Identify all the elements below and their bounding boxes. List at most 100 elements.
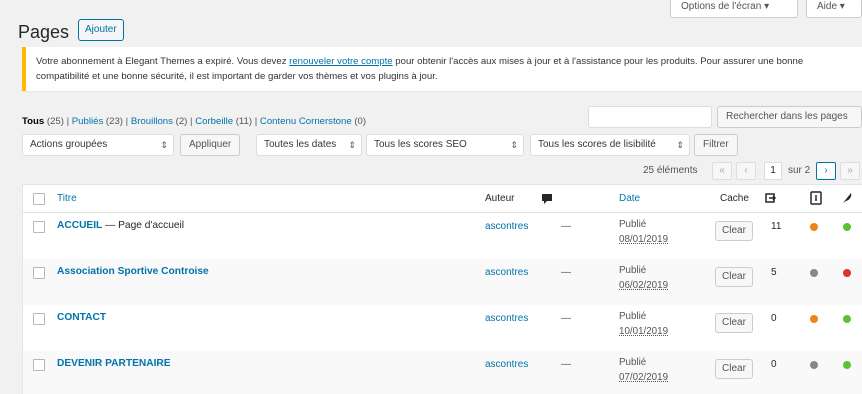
row-checkbox[interactable] [33, 267, 45, 279]
bulk-actions-select[interactable]: Actions groupées ⇕ [22, 134, 174, 156]
column-author: Auteur [485, 193, 515, 204]
date-cell: Publié 06/02/2019 [619, 263, 668, 293]
post-date: 08/01/2019 [619, 234, 669, 245]
renew-account-link[interactable]: renouveler votre compte [289, 56, 392, 67]
page-title-link[interactable]: CONTACT [57, 312, 106, 323]
row-checkbox[interactable] [33, 359, 45, 371]
date-cell: Publié 07/02/2019 [619, 355, 668, 385]
items-count: 25 éléments [643, 165, 698, 176]
screen-options-button[interactable]: Options de l'écran ▾ [670, 0, 798, 18]
clear-cache-button[interactable]: Clear [715, 313, 753, 333]
readability-score-select[interactable]: Tous les scores de lisibilité ⇕ [530, 134, 690, 156]
filter-trash[interactable]: Corbeille [195, 116, 233, 127]
links-count: 5 [771, 267, 777, 278]
clear-cache-button[interactable]: Clear [715, 359, 753, 379]
clear-cache-button[interactable]: Clear [715, 267, 753, 287]
readability-score-dot [843, 223, 851, 231]
readability-score-value: Tous les scores de lisibilité [538, 139, 656, 150]
status-filter-links: Tous (25) | Publiés (23) | Brouillons (2… [22, 116, 367, 127]
filter-button[interactable]: Filtrer [694, 134, 738, 156]
pages-table: Titre Auteur Date Cache ACCUEIL — Page d… [22, 184, 862, 394]
links-count: 11 [771, 221, 782, 232]
filter-cornerstone-count: (0) [354, 116, 367, 127]
select-all-checkbox[interactable] [33, 193, 45, 205]
seo-score-dot [810, 361, 818, 369]
page-title-link[interactable]: DEVENIR PARTENAIRE [57, 358, 171, 369]
filter-all-count: (25) [46, 116, 64, 127]
post-status: Publié [619, 357, 647, 368]
date-filter-value: Toutes les dates [264, 139, 337, 150]
help-button[interactable]: Aide ▾ [806, 0, 862, 18]
filter-published[interactable]: Publiés [72, 116, 103, 127]
page-title: Pages [18, 22, 70, 42]
page-title-link[interactable]: ACCUEIL [57, 220, 102, 231]
bulk-actions-value: Actions groupées [30, 139, 108, 150]
current-page-input[interactable]: 1 [764, 162, 782, 180]
internal-links-icon[interactable] [763, 191, 777, 205]
author-link[interactable]: ascontres [485, 313, 528, 324]
search-button[interactable]: Rechercher dans les pages [717, 106, 862, 128]
seo-score-value: Tous les scores SEO [374, 139, 467, 150]
first-page-button[interactable]: « [712, 162, 732, 180]
search-input[interactable] [588, 106, 712, 128]
column-date[interactable]: Date [619, 193, 640, 204]
add-page-button[interactable]: Ajouter [78, 19, 124, 41]
notice-text-start: Votre abonnement à Elegant Themes a expi… [36, 56, 290, 67]
page-state-label: — Page d'accueil [102, 220, 185, 231]
row-title[interactable]: Association Sportive Controise [57, 266, 209, 277]
readability-score-dot [843, 269, 851, 277]
post-status: Publié [619, 311, 647, 322]
filter-drafts[interactable]: Brouillons [131, 116, 173, 127]
filter-all[interactable]: Tous [22, 116, 44, 127]
prev-page-button[interactable]: ‹ [736, 162, 756, 180]
table-row: DEVENIR PARTENAIRE ascontres — Publié 07/… [23, 351, 862, 394]
author-link[interactable]: ascontres [485, 267, 528, 278]
readability-icon[interactable] [841, 191, 853, 205]
row-checkbox[interactable] [33, 313, 45, 325]
filter-published-count: (23) [105, 116, 123, 127]
readability-score-dot [843, 315, 851, 323]
links-count: 0 [771, 359, 777, 370]
comments-count: — [561, 313, 571, 324]
seo-score-dot [810, 315, 818, 323]
comments-icon[interactable] [541, 193, 553, 205]
apply-button[interactable]: Appliquer [180, 134, 241, 156]
post-status: Publié [619, 265, 647, 276]
subscription-notice: Votre abonnement à Elegant Themes a expi… [22, 47, 862, 91]
author-link[interactable]: ascontres [485, 359, 528, 370]
post-date: 07/02/2019 [619, 372, 669, 383]
next-page-button[interactable]: › [816, 162, 836, 180]
comments-count: — [561, 267, 571, 278]
filter-drafts-count: (2) [175, 116, 188, 127]
row-title[interactable]: CONTACT [57, 312, 106, 323]
last-page-button[interactable]: » [840, 162, 860, 180]
filter-trash-count: (11) [235, 116, 253, 127]
date-filter-select[interactable]: Toutes les dates ⇕ [256, 134, 362, 156]
seo-score-dot [810, 223, 818, 231]
clear-cache-button[interactable]: Clear [715, 221, 753, 241]
table-row: ACCUEIL — Page d'accueil ascontres — Pub… [23, 213, 862, 259]
row-title[interactable]: ACCUEIL — Page d'accueil [57, 220, 184, 231]
comments-count: — [561, 221, 571, 232]
column-cache: Cache [720, 193, 749, 204]
readability-score-dot [843, 361, 851, 369]
comments-count: — [561, 359, 571, 370]
wp-pages-screen: Options de l'écran ▾ Aide ▾ Pages Ajoute… [0, 0, 862, 394]
author-link[interactable]: ascontres [485, 221, 528, 232]
select-arrow-icon: ⇕ [676, 140, 684, 150]
seo-score-dot [810, 269, 818, 277]
filter-cornerstone[interactable]: Contenu Cornerstone [260, 116, 352, 127]
post-status: Publié [619, 219, 647, 230]
select-arrow-icon: ⇕ [160, 140, 168, 150]
post-date: 06/02/2019 [619, 280, 669, 291]
seo-score-icon[interactable] [810, 191, 822, 205]
select-arrow-icon: ⇕ [348, 140, 356, 150]
table-row: Association Sportive Controise ascontres… [23, 259, 862, 305]
select-arrow-icon: ⇕ [510, 140, 518, 150]
row-checkbox[interactable] [33, 221, 45, 233]
column-title[interactable]: Titre [57, 193, 77, 204]
links-count: 0 [771, 313, 777, 324]
row-title[interactable]: DEVENIR PARTENAIRE [57, 358, 171, 369]
page-title-link[interactable]: Association Sportive Controise [57, 266, 209, 277]
seo-score-select[interactable]: Tous les scores SEO ⇕ [366, 134, 524, 156]
